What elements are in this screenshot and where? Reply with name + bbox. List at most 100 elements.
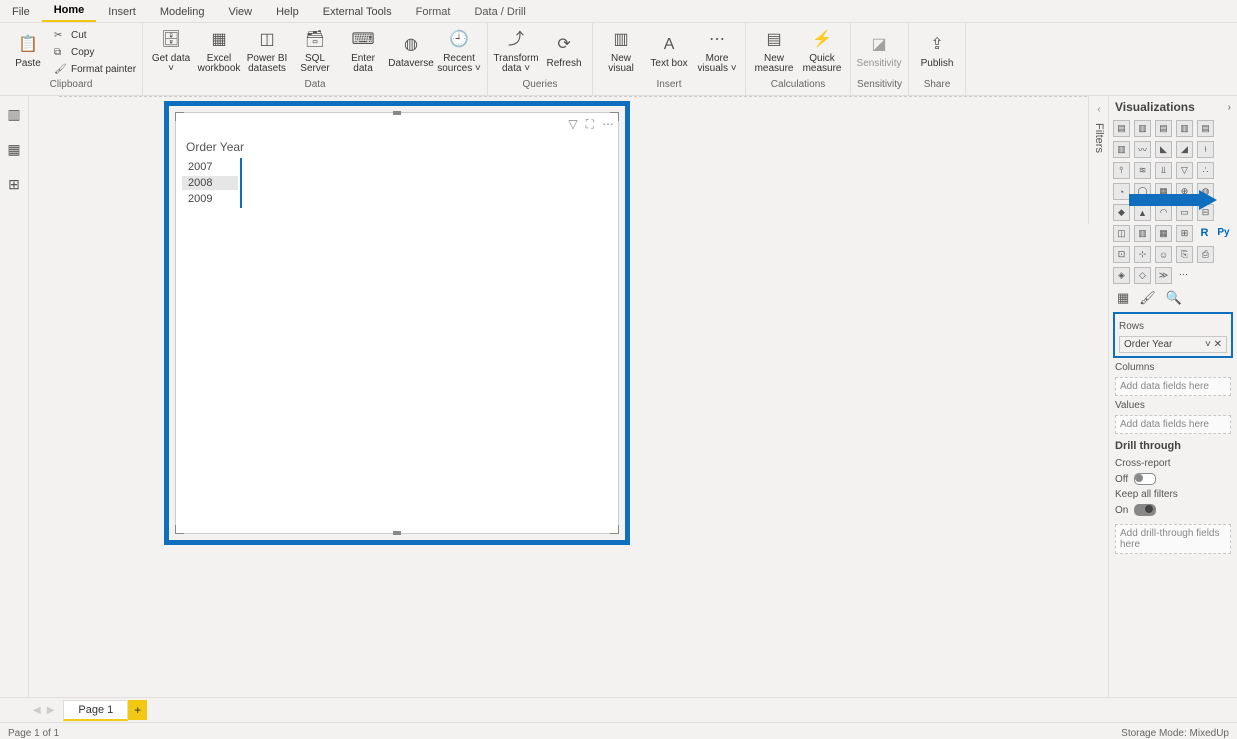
- ribbon-chart-icon[interactable]: ≋: [1134, 162, 1151, 179]
- columns-well[interactable]: Add data fields here: [1115, 377, 1231, 396]
- recent-sources-button[interactable]: 🕘Recent sources ˅: [437, 27, 481, 77]
- area-chart-icon[interactable]: ◣: [1155, 141, 1172, 158]
- new-measure-button[interactable]: ▤New measure: [752, 27, 796, 77]
- group-label-sensitivity: Sensitivity: [857, 79, 902, 93]
- tab-insert[interactable]: Insert: [96, 2, 148, 22]
- stacked-area-icon[interactable]: ◢: [1176, 141, 1193, 158]
- stacked-bar-icon[interactable]: ▤: [1113, 120, 1130, 137]
- tab-data-drill[interactable]: Data / Drill: [462, 2, 537, 22]
- values-well[interactable]: Add data fields here: [1115, 415, 1231, 434]
- group-share: ⇪Publish Share: [909, 23, 966, 95]
- model-view-icon[interactable]: ⊞: [8, 176, 20, 193]
- status-storage-mode: Storage Mode: MixedUp: [1121, 728, 1229, 739]
- get-data-button[interactable]: 🗄Get data ˅: [149, 27, 193, 77]
- line-column-icon[interactable]: ⫮: [1197, 141, 1214, 158]
- chevron-left-icon[interactable]: ‹: [1097, 104, 1100, 115]
- table-row: 2007: [182, 160, 238, 174]
- tab-modeling[interactable]: Modeling: [148, 2, 217, 22]
- decomposition-icon[interactable]: ⊹: [1134, 246, 1151, 263]
- more-visuals-button[interactable]: ⋯More visuals ˅: [695, 27, 739, 77]
- group-label-clipboard: Clipboard: [6, 79, 136, 93]
- data-view-icon[interactable]: ▦: [7, 141, 20, 158]
- chevron-right-icon[interactable]: ›: [1228, 102, 1231, 113]
- matrix-rows[interactable]: 2007 2008 2009: [180, 158, 242, 208]
- key-influencers-icon[interactable]: ⊡: [1113, 246, 1130, 263]
- refresh-button[interactable]: ⟳Refresh: [542, 27, 586, 77]
- visual-selection[interactable]: ▽ ⛶ ⋯ Order Year 2007 2008 2009: [164, 101, 630, 545]
- slicer-icon[interactable]: ▥: [1134, 225, 1151, 242]
- sql-button[interactable]: 🗃SQL Server: [293, 27, 337, 77]
- filters-pane-collapsed[interactable]: ‹ Filters: [1088, 96, 1109, 224]
- filter-icon[interactable]: ▽: [568, 117, 577, 132]
- qa-icon[interactable]: ☺: [1155, 246, 1172, 263]
- dataverse-button[interactable]: ◍Dataverse: [389, 27, 433, 77]
- pbi-datasets-button[interactable]: ◫Power BI datasets: [245, 27, 289, 77]
- add-page-button[interactable]: +: [128, 700, 147, 720]
- visualizations-pane: Visualizations › ▤▥▤▥▤▥ 〰◣◢⫮⫯≋ ⫫▽∴◔◯▦ ⊕◍…: [1108, 96, 1237, 697]
- format-tab-icon[interactable]: 🖌: [1139, 290, 1156, 306]
- paste-button[interactable]: 📋Paste: [6, 27, 50, 77]
- shape-map-icon[interactable]: ◆: [1113, 204, 1130, 221]
- visualizations-title: Visualizations: [1115, 100, 1195, 114]
- tab-external-tools[interactable]: External Tools: [311, 2, 404, 22]
- paginated-icon[interactable]: ⎙: [1197, 246, 1214, 263]
- page-prev-icon[interactable]: ◀: [33, 705, 41, 716]
- line-clustered-icon[interactable]: ⫯: [1113, 162, 1130, 179]
- enter-data-button[interactable]: ⌨Enter data: [341, 27, 385, 77]
- matrix-visual[interactable]: ▽ ⛶ ⋯ Order Year 2007 2008 2009: [175, 112, 619, 534]
- tab-file[interactable]: File: [0, 2, 42, 22]
- powerapps-icon[interactable]: ◈: [1113, 267, 1130, 284]
- text-box-button[interactable]: AText box: [647, 27, 691, 77]
- cross-report-toggle[interactable]: Off: [1115, 473, 1231, 485]
- automate-icon[interactable]: ◇: [1134, 267, 1151, 284]
- drill-through-heading: Drill through: [1115, 440, 1231, 452]
- table-row: 2008: [182, 176, 238, 190]
- group-label-insert: Insert: [599, 79, 739, 93]
- quick-measure-button[interactable]: ⚡Quick measure: [800, 27, 844, 77]
- matrix-icon[interactable]: ⊞: [1176, 225, 1193, 242]
- focus-mode-icon[interactable]: ⛶: [586, 117, 594, 132]
- cut-button[interactable]: ✂Cut: [54, 28, 136, 43]
- columns-well-label: Columns: [1115, 362, 1231, 373]
- clustered-column-icon[interactable]: ▥: [1176, 120, 1193, 137]
- page-tab-1[interactable]: Page 1: [63, 700, 128, 721]
- fields-tab-icon[interactable]: ▦: [1117, 290, 1129, 306]
- import-visual-icon[interactable]: ≫: [1155, 267, 1172, 284]
- publish-button[interactable]: ⇪Publish: [915, 27, 959, 77]
- tab-format[interactable]: Format: [404, 2, 463, 22]
- pie-icon[interactable]: ◔: [1113, 183, 1130, 200]
- values-well-label: Values: [1115, 400, 1231, 411]
- new-visual-button[interactable]: ▥New visual: [599, 27, 643, 77]
- transform-data-button[interactable]: ⤴Transform data ˅: [494, 27, 538, 77]
- stacked-bar-100-icon[interactable]: ▤: [1197, 120, 1214, 137]
- funnel-icon[interactable]: ▽: [1176, 162, 1193, 179]
- group-insert: ▥New visual AText box ⋯More visuals ˅ In…: [593, 23, 746, 95]
- page-next-icon[interactable]: ▶: [47, 705, 55, 716]
- stacked-column-100-icon[interactable]: ▥: [1113, 141, 1130, 158]
- format-painter-button[interactable]: 🖌Format painter: [54, 62, 136, 77]
- tab-help[interactable]: Help: [264, 2, 311, 22]
- more-visuals-icon[interactable]: ⋯: [1176, 267, 1191, 282]
- py-visual-icon[interactable]: Py: [1216, 225, 1231, 240]
- copy-button[interactable]: ⧉Copy: [54, 45, 136, 60]
- line-chart-icon[interactable]: 〰: [1134, 141, 1151, 158]
- analytics-tab-icon[interactable]: 🔍: [1166, 290, 1182, 306]
- tab-home[interactable]: Home: [42, 0, 97, 22]
- scatter-icon[interactable]: ∴: [1197, 162, 1214, 179]
- r-visual-icon[interactable]: R: [1197, 225, 1212, 240]
- stacked-column-icon[interactable]: ▥: [1134, 120, 1151, 137]
- table-icon[interactable]: ▦: [1155, 225, 1172, 242]
- tab-view[interactable]: View: [216, 2, 264, 22]
- report-canvas[interactable]: ▽ ⛶ ⋯ Order Year 2007 2008 2009: [29, 96, 1237, 697]
- sensitivity-button[interactable]: ◪Sensitivity: [857, 27, 901, 77]
- waterfall-icon[interactable]: ⫫: [1155, 162, 1172, 179]
- narrative-icon[interactable]: ⎘: [1176, 246, 1193, 263]
- rows-field-chip[interactable]: Order Year˅ ✕: [1119, 336, 1227, 353]
- drill-through-well[interactable]: Add drill-through fields here: [1115, 524, 1231, 554]
- report-view-icon[interactable]: ▥: [7, 106, 20, 123]
- kpi-icon[interactable]: ◫: [1113, 225, 1130, 242]
- clustered-bar-icon[interactable]: ▤: [1155, 120, 1172, 137]
- excel-button[interactable]: ▦Excel workbook: [197, 27, 241, 77]
- keep-filters-toggle[interactable]: On: [1115, 504, 1231, 516]
- rows-well-label: Rows: [1119, 321, 1227, 332]
